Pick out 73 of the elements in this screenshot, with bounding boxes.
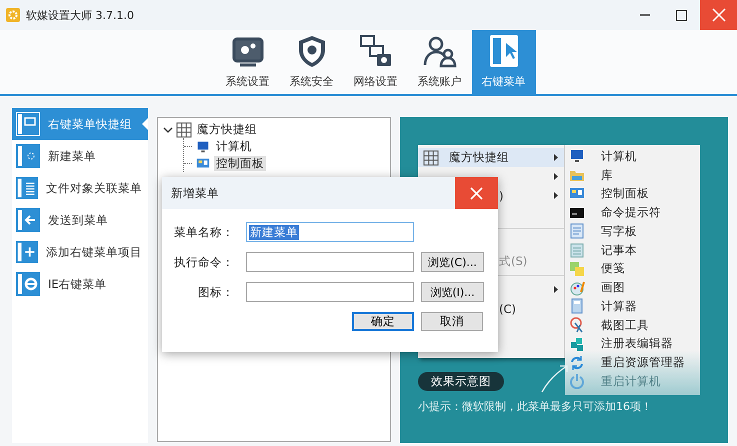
input-field[interactable]: 新建菜单 bbox=[246, 222, 414, 242]
menu-item[interactable]: 计算机 bbox=[601, 148, 637, 164]
toolbar-tab[interactable]: 右键菜单 bbox=[472, 30, 536, 94]
document-icon bbox=[569, 223, 585, 240]
sidebar-item[interactable]: IE右键菜单 bbox=[12, 268, 148, 300]
monitor-icon bbox=[195, 140, 211, 154]
menu-item[interactable]: ) bbox=[499, 188, 504, 202]
field-label: 菜单名称： bbox=[173, 224, 234, 240]
close-icon bbox=[470, 186, 483, 200]
sidebar-icon bbox=[16, 112, 40, 136]
menu-item[interactable]: 写字板 bbox=[601, 224, 637, 239]
chevron-icon[interactable] bbox=[163, 124, 173, 134]
cubes-icon bbox=[569, 336, 585, 352]
field-label: 执行命令： bbox=[173, 254, 234, 270]
maximize-icon bbox=[676, 10, 687, 20]
toolbar-tab[interactable]: 系统设置 bbox=[216, 30, 280, 94]
menu-item[interactable]: 画图 bbox=[601, 280, 625, 296]
ok-button[interactable]: 确定 bbox=[352, 312, 414, 331]
close-icon bbox=[712, 8, 726, 22]
menu-item[interactable]: 截图工具 bbox=[601, 318, 649, 333]
menu-item[interactable]: (C) bbox=[499, 302, 516, 316]
notepad-icon bbox=[569, 242, 585, 258]
refresh-icon bbox=[569, 354, 585, 371]
menu-item[interactable]: 便笺 bbox=[601, 261, 625, 276]
sidebar-icon bbox=[16, 272, 40, 296]
input-field[interactable] bbox=[246, 252, 414, 272]
sidebar-icon bbox=[16, 208, 40, 232]
menu-item[interactable]: 注册表编辑器 bbox=[601, 336, 673, 352]
menu-item[interactable]: 命令提示符 bbox=[601, 205, 661, 220]
minimize-icon bbox=[640, 14, 650, 16]
menu-item[interactable]: 计算器 bbox=[601, 298, 637, 314]
browse-button[interactable]: 浏览(C)... bbox=[421, 252, 484, 272]
monitor-icon bbox=[569, 148, 585, 164]
sidebar-item[interactable]: 右键菜单快捷组 bbox=[12, 108, 148, 140]
close-button[interactable] bbox=[700, 0, 737, 30]
menu-item[interactable]: 控制面板 bbox=[601, 186, 649, 202]
input-field[interactable] bbox=[246, 282, 414, 302]
grid-icon bbox=[423, 150, 439, 166]
close-button[interactable] bbox=[455, 177, 498, 209]
cancel-button[interactable]: 取消 bbox=[421, 312, 483, 331]
browse-button[interactable]: 浏览(I)... bbox=[421, 282, 484, 302]
sticky-notes-icon bbox=[569, 260, 585, 277]
grid-icon bbox=[176, 122, 192, 138]
menu-item[interactable]: 重启资源管理器 bbox=[601, 355, 685, 370]
sidebar-icon bbox=[16, 240, 38, 264]
sidebar-item[interactable]: 新建菜单 bbox=[12, 140, 148, 172]
tree-item[interactable]: 控制面板 bbox=[214, 156, 266, 171]
sidebar-icon bbox=[16, 176, 38, 200]
scissors-icon bbox=[569, 317, 585, 334]
sidebar-icon bbox=[16, 144, 40, 168]
sidebar-item[interactable]: 添加右键菜单项目 bbox=[12, 236, 148, 268]
caption-button[interactable]: 效果示意图 bbox=[418, 372, 504, 391]
calculator-icon bbox=[569, 298, 585, 314]
pointer-notch-icon bbox=[142, 118, 148, 130]
control-panel-icon bbox=[195, 156, 211, 170]
sidebar-item[interactable]: 文件对象关联菜单 bbox=[12, 172, 148, 204]
curved-arrow-icon bbox=[540, 363, 570, 393]
menu-item[interactable]: 记事本 bbox=[601, 242, 637, 258]
tip-text: 小提示：微软限制，此菜单最多只可添加16项！ bbox=[418, 399, 653, 414]
menu-item[interactable]: 库 bbox=[601, 168, 613, 183]
gear-icon bbox=[6, 8, 20, 22]
toolbar-tab[interactable]: 网络设置 bbox=[344, 30, 408, 94]
tree-item[interactable]: 计算机 bbox=[214, 139, 254, 154]
tree-item[interactable]: 魔方快捷组 bbox=[195, 122, 259, 137]
toolbar-tab[interactable]: 系统安全 bbox=[280, 30, 344, 94]
sidebar-item[interactable]: 发送到菜单 bbox=[12, 204, 148, 236]
field-label: 图标： bbox=[197, 284, 234, 300]
power-icon bbox=[569, 373, 585, 390]
dialog-title: 新增菜单 bbox=[171, 186, 219, 200]
window-title: 软媒设置大师 3.7.1.0 bbox=[26, 8, 134, 22]
toolbar-tab[interactable]: 系统账户 bbox=[408, 30, 472, 94]
palette-icon bbox=[569, 280, 585, 296]
network-icon bbox=[358, 33, 394, 69]
